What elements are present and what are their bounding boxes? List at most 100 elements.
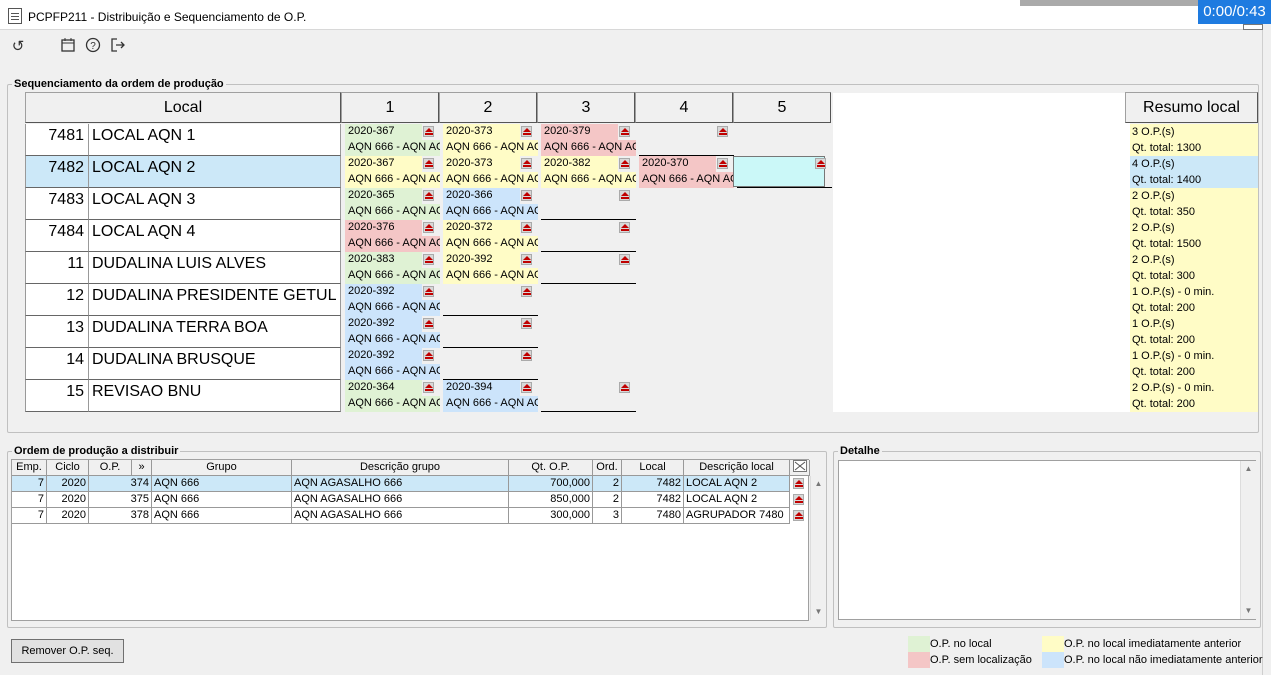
op-cell[interactable] [443,284,538,316]
row-local-name[interactable]: LOCAL AQN 4 [89,220,341,252]
op-cell[interactable] [541,380,636,412]
op-cell[interactable]: 2020-367 AQN 666 - AQN AG [345,124,440,156]
move-up-icon[interactable] [423,222,434,233]
header-col-3[interactable]: 3 [537,92,635,123]
op-cell[interactable]: 2020-394 AQN 666 - AQN AG [443,380,538,412]
row-local-code[interactable]: 13 [25,316,89,348]
move-up-icon[interactable] [717,126,728,137]
header-col-5[interactable]: 5 [733,92,831,123]
move-up-icon[interactable] [423,286,434,297]
move-up-icon[interactable] [423,126,434,137]
move-up-icon[interactable] [521,286,532,297]
row-local-name[interactable]: LOCAL AQN 2 [89,156,341,188]
column-header[interactable]: Ciclo [47,460,89,476]
op-cell[interactable] [541,188,636,220]
row-local-name[interactable]: DUDALINA PRESIDENTE GETUL [89,284,341,316]
move-up-icon[interactable] [521,158,532,169]
op-cell[interactable]: 2020-366 AQN 666 - AQN AG [443,188,538,220]
calendar-icon[interactable] [58,37,78,57]
op-cell[interactable]: 2020-392 AQN 666 - AQN AG [345,316,440,348]
header-col-4[interactable]: 4 [635,92,733,123]
column-header[interactable]: Emp. [12,460,47,476]
row-local-name[interactable]: DUDALINA BRUSQUE [89,348,341,380]
row-local-name[interactable]: LOCAL AQN 1 [89,124,341,156]
move-up-icon[interactable] [619,190,630,201]
op-cell[interactable]: 2020-365 AQN 666 - AQN AG [345,188,440,220]
move-up-icon[interactable] [815,158,826,169]
move-up-icon[interactable] [619,254,630,265]
row-local-code[interactable]: 7484 [25,220,89,252]
column-header[interactable]: Local [622,460,684,476]
move-up-icon[interactable] [423,382,434,393]
row-local-code[interactable]: 7481 [25,124,89,156]
scroll-down-icon[interactable]: ▼ [811,604,826,620]
column-header[interactable]: O.P. [89,460,132,476]
move-up-icon[interactable] [423,350,434,361]
op-cell[interactable]: 2020-364 AQN 666 - AQN AG [345,380,440,412]
move-up-icon[interactable] [793,494,804,505]
move-up-icon[interactable] [619,222,630,233]
move-up-icon[interactable] [521,190,532,201]
op-cell[interactable] [541,220,636,252]
op-cell[interactable]: 2020-392 AQN 666 - AQN AG [345,348,440,380]
move-up-icon[interactable] [521,318,532,329]
op-cell[interactable]: 2020-372 AQN 666 - AQN AG [443,220,538,252]
op-cell[interactable]: 2020-373 AQN 666 - AQN AG [443,156,538,188]
header-col-2[interactable]: 2 [439,92,537,123]
row-local-code[interactable]: 11 [25,252,89,284]
column-header[interactable]: Descrição grupo [292,460,509,476]
row-local-name[interactable]: DUDALINA LUIS ALVES [89,252,341,284]
table-row[interactable]: 7 2020 374 AQN 666 AQN AGASALHO 666 700,000 2 7… [12,476,810,492]
row-local-name[interactable]: LOCAL AQN 3 [89,188,341,220]
op-cell[interactable] [541,252,636,284]
refresh-icon[interactable]: ↺ [8,37,28,57]
move-up-icon[interactable] [423,158,434,169]
column-header[interactable]: » [132,460,152,476]
empty-slot-selected[interactable] [733,156,825,187]
header-local[interactable]: Local [25,92,341,123]
move-up-icon[interactable] [619,126,630,137]
op-cell[interactable] [443,316,538,348]
move-up-icon[interactable] [521,222,532,233]
op-cell[interactable]: 2020-367 AQN 666 - AQN AG [345,156,440,188]
clear-filter-icon[interactable] [790,460,810,476]
op-cell[interactable]: 2020-382 AQN 666 - AQN AG [541,156,636,188]
op-cell[interactable]: 2020-370 AQN 666 - AQN AG [639,156,734,188]
column-header[interactable]: Ord. [593,460,622,476]
move-up-icon[interactable] [423,190,434,201]
exit-icon[interactable] [108,37,128,57]
move-up-icon[interactable] [423,318,434,329]
column-header[interactable]: Grupo [152,460,292,476]
table-row[interactable]: 7 2020 378 AQN 666 AQN AGASALHO 666 300,000 3 7… [12,508,810,524]
header-summary[interactable]: Resumo local [1125,92,1258,123]
move-up-icon[interactable] [521,254,532,265]
op-cell[interactable]: 2020-376 AQN 666 - AQN AG [345,220,440,252]
header-col-1[interactable]: 1 [341,92,439,123]
op-cell[interactable]: 2020-379 AQN 666 - AQN AG [541,124,636,156]
move-up-icon[interactable] [423,254,434,265]
scroll-up-icon[interactable]: ▲ [811,476,826,492]
op-cell[interactable]: 2020-392 AQN 666 - AQN AG [345,284,440,316]
op-cell[interactable]: 2020-373 AQN 666 - AQN AG [443,124,538,156]
op-cell[interactable]: 2020-383 AQN 666 - AQN AG [345,252,440,284]
window-button[interactable] [1243,24,1263,30]
move-up-icon[interactable] [521,350,532,361]
detail-scrollbar[interactable]: ▲ ▼ [1240,461,1256,619]
move-up-icon[interactable] [521,126,532,137]
move-up-icon[interactable] [793,478,804,489]
op-cell[interactable]: 2020-392 AQN 666 - AQN AG [443,252,538,284]
column-header[interactable]: Descrição local [684,460,790,476]
op-cell[interactable] [443,348,538,380]
move-up-icon[interactable] [521,382,532,393]
scroll-up-icon[interactable]: ▲ [1241,461,1256,477]
row-local-code[interactable]: 7483 [25,188,89,220]
row-local-name[interactable]: REVISAO BNU [89,380,341,412]
row-local-name[interactable]: DUDALINA TERRA BOA [89,316,341,348]
move-up-icon[interactable] [717,158,728,169]
move-up-icon[interactable] [619,382,630,393]
row-local-code[interactable]: 15 [25,380,89,412]
row-local-code[interactable]: 12 [25,284,89,316]
detail-textarea[interactable]: ▲ ▼ [838,460,1256,620]
move-up-icon[interactable] [619,158,630,169]
row-local-code[interactable]: 14 [25,348,89,380]
